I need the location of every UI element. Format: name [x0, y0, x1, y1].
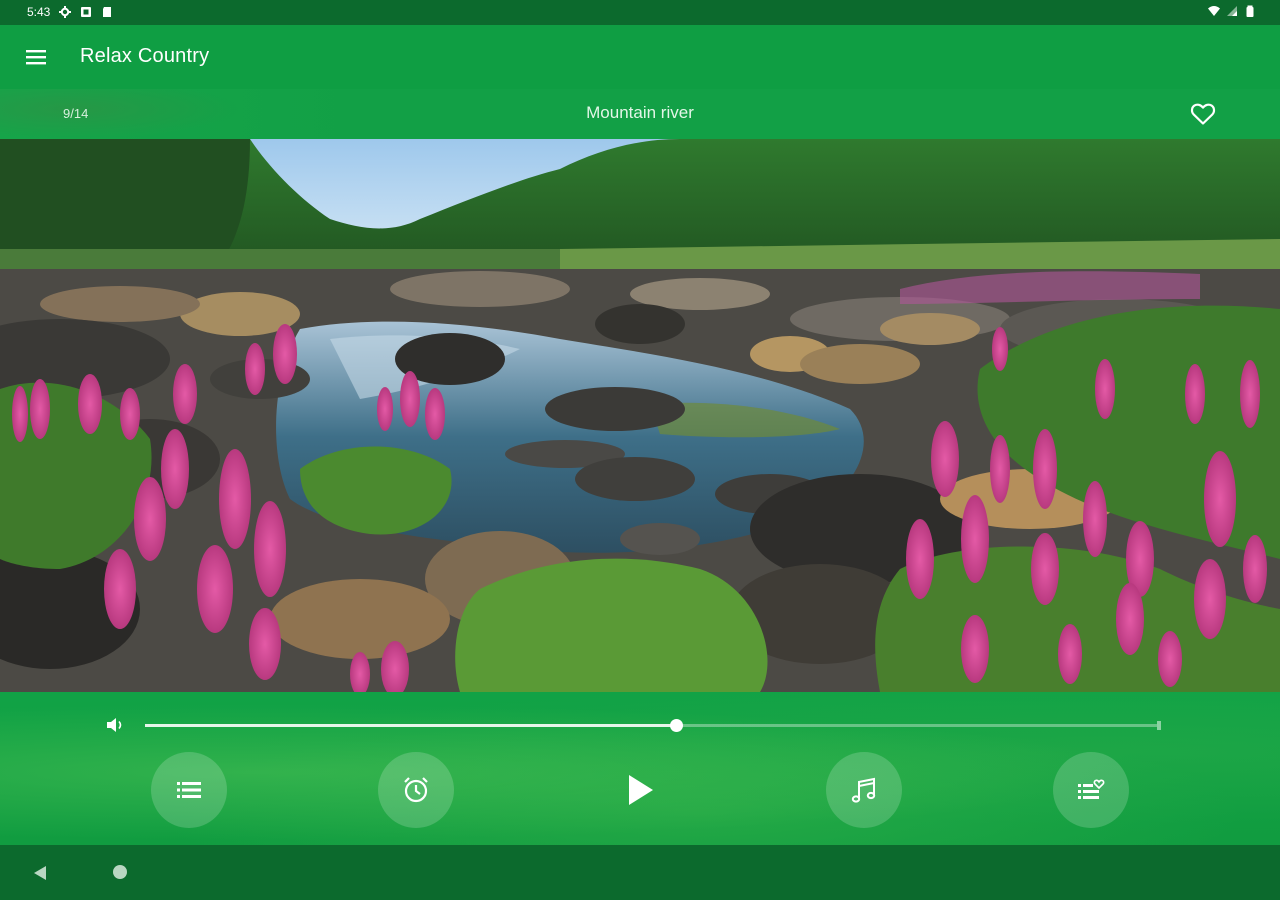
settings-icon — [59, 6, 72, 18]
track-header: 9/14 Mountain river — [0, 89, 1280, 139]
battery-icon — [1244, 5, 1256, 17]
player-controls — [0, 692, 1280, 845]
volume-icon[interactable] — [105, 715, 127, 735]
status-time: 5:43 — [27, 5, 51, 19]
track-title: Mountain river — [586, 103, 694, 122]
volume-slider-thumb[interactable] — [670, 719, 684, 732]
music-note-icon[interactable] — [826, 752, 902, 828]
favorites-list-icon[interactable] — [1053, 752, 1129, 828]
back-triangle-icon[interactable] — [30, 863, 50, 883]
home-circle-icon[interactable] — [112, 864, 128, 880]
sd-card-icon — [101, 6, 113, 18]
status-bar: 5:43 — [0, 0, 1280, 25]
signal-icon — [1226, 5, 1238, 17]
alarm-clock-icon[interactable] — [378, 752, 454, 828]
navigation-bar — [0, 845, 1280, 900]
media-icon — [80, 6, 92, 18]
hamburger-menu-icon[interactable] — [16, 37, 56, 77]
volume-slider-end — [1157, 721, 1161, 730]
list-icon[interactable] — [151, 752, 227, 828]
landscape-image — [0, 139, 1280, 692]
heart-outline-icon[interactable] — [1186, 98, 1220, 130]
volume-slider-fill — [145, 724, 677, 727]
volume-slider[interactable] — [145, 719, 1161, 732]
app-title: Relax Country — [80, 45, 210, 67]
wifi-icon — [1208, 5, 1220, 17]
app-bar: Relax Country — [0, 25, 1280, 89]
play-icon[interactable] — [602, 752, 678, 828]
